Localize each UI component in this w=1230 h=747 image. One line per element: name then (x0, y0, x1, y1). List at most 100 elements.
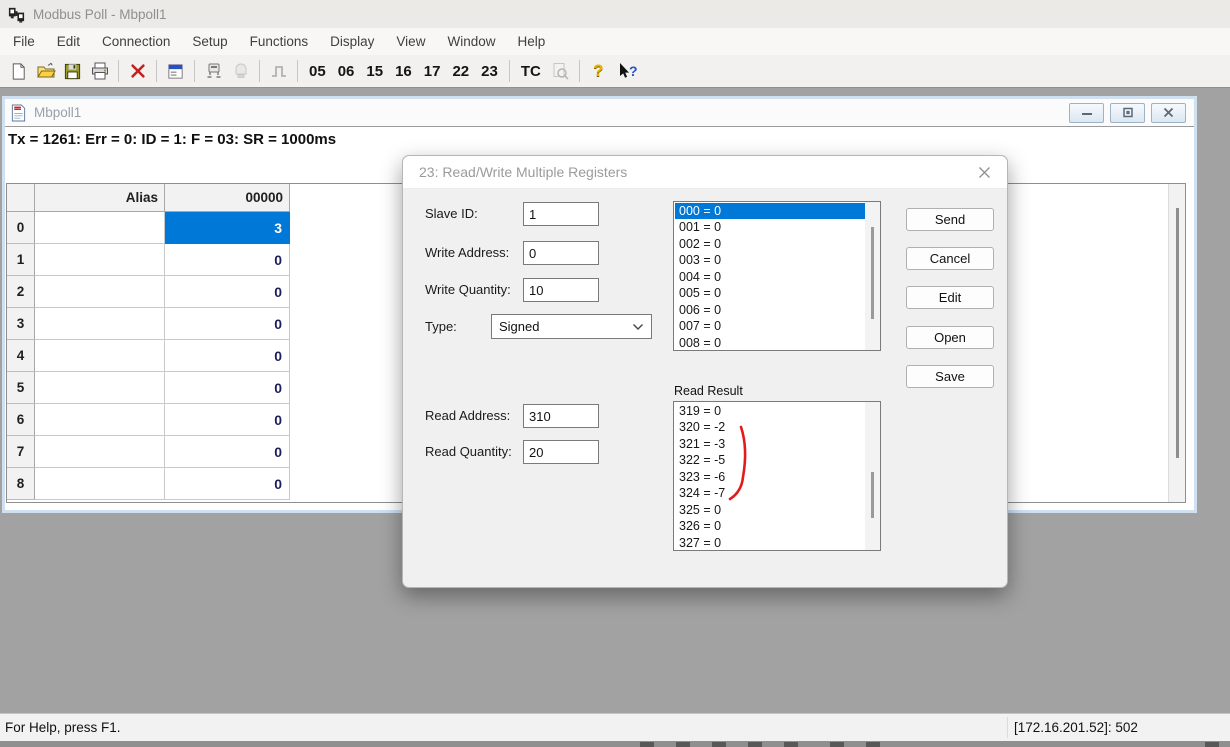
list-item[interactable]: 326 = 0 (675, 518, 865, 534)
open-file-button[interactable] (32, 59, 59, 84)
single-poll-button[interactable] (265, 59, 292, 84)
alias-cell-0[interactable] (35, 212, 165, 244)
function-button-23[interactable]: 23 (475, 63, 504, 80)
row-header-0[interactable]: 0 (7, 212, 35, 244)
read-address-field[interactable] (523, 404, 599, 428)
dialog-close-button[interactable] (978, 166, 991, 179)
disconnect-button[interactable] (124, 59, 151, 84)
function-button-15[interactable]: 15 (360, 63, 389, 80)
slave-id-field[interactable] (523, 202, 599, 226)
row-header-1[interactable]: 1 (7, 244, 35, 276)
send-button[interactable]: Send (906, 208, 994, 231)
about-button[interactable]: ? (585, 59, 612, 84)
menu-view[interactable]: View (385, 29, 436, 54)
modbus-poll-window: Modbus Poll - Mbpoll1 File Edit Connecti… (0, 0, 1230, 747)
save-button[interactable] (59, 59, 86, 84)
communication-traffic-button[interactable] (200, 59, 227, 84)
menu-edit[interactable]: Edit (46, 29, 91, 54)
alias-cell-8[interactable] (35, 468, 165, 500)
menu-help[interactable]: Help (506, 29, 556, 54)
list-item[interactable]: 321 = -3 (675, 436, 865, 452)
row-header-7[interactable]: 7 (7, 436, 35, 468)
edit-button[interactable]: Edit (906, 286, 994, 309)
menu-setup[interactable]: Setup (181, 29, 238, 54)
list-item[interactable]: 004 = 0 (675, 269, 865, 285)
write-quantity-field[interactable] (523, 278, 599, 302)
list-item[interactable]: 319 = 0 (675, 403, 865, 419)
list-item[interactable]: 005 = 0 (675, 285, 865, 301)
read-list-scrollbar[interactable] (865, 402, 880, 550)
value-cell-2[interactable]: 0 (165, 276, 290, 308)
function-button-16[interactable]: 16 (389, 63, 418, 80)
setup-window-button[interactable] (162, 59, 189, 84)
list-item[interactable]: 001 = 0 (675, 219, 865, 235)
value-cell-0-selected[interactable]: 3 (165, 212, 290, 244)
menu-functions[interactable]: Functions (239, 29, 320, 54)
alias-cell-6[interactable] (35, 404, 165, 436)
open-button[interactable]: Open (906, 326, 994, 349)
list-item[interactable]: 002 = 0 (675, 236, 865, 252)
minimize-button[interactable] (1069, 103, 1104, 123)
function-button-05[interactable]: 05 (303, 63, 332, 80)
alias-cell-7[interactable] (35, 436, 165, 468)
save-button[interactable]: Save (906, 365, 994, 388)
test-center-button[interactable]: TC (515, 63, 547, 80)
row-header-4[interactable]: 4 (7, 340, 35, 372)
grid-vertical-scrollbar[interactable] (1168, 184, 1185, 502)
list-item[interactable]: 322 = -5 (675, 452, 865, 468)
write-list-scrollbar[interactable] (865, 202, 880, 350)
value-cell-5[interactable]: 0 (165, 372, 290, 404)
new-file-button[interactable] (5, 59, 32, 84)
value-cell-1[interactable]: 0 (165, 244, 290, 276)
list-item[interactable]: 324 = -7 (675, 485, 865, 501)
auto-poll-button[interactable] (227, 59, 254, 84)
list-item[interactable]: 008 = 0 (675, 335, 865, 350)
alias-cell-4[interactable] (35, 340, 165, 372)
list-item[interactable]: 323 = -6 (675, 469, 865, 485)
row-header-3[interactable]: 3 (7, 308, 35, 340)
row-header-6[interactable]: 6 (7, 404, 35, 436)
function-button-22[interactable]: 22 (446, 63, 475, 80)
dialog-titlebar[interactable]: 23: Read/Write Multiple Registers (403, 156, 1007, 189)
print-button[interactable] (86, 59, 113, 84)
row-header-2[interactable]: 2 (7, 276, 35, 308)
alias-cell-3[interactable] (35, 308, 165, 340)
row-header-5[interactable]: 5 (7, 372, 35, 404)
write-address-field[interactable] (523, 241, 599, 265)
list-item[interactable]: 003 = 0 (675, 252, 865, 268)
cancel-button[interactable]: Cancel (906, 247, 994, 270)
row-header-8[interactable]: 8 (7, 468, 35, 500)
list-item[interactable]: 327 = 0 (675, 535, 865, 550)
read-list-scrollbar-thumb[interactable] (871, 472, 874, 518)
menu-display[interactable]: Display (319, 29, 385, 54)
write-values-list[interactable]: 000 = 0 001 = 0 002 = 0 003 = 0 004 = 0 … (673, 201, 881, 351)
function-button-06[interactable]: 06 (332, 63, 361, 80)
value-cell-7[interactable]: 0 (165, 436, 290, 468)
read-result-list[interactable]: 319 = 0 320 = -2 321 = -3 322 = -5 323 =… (673, 401, 881, 551)
menu-window[interactable]: Window (436, 29, 506, 54)
alias-cell-5[interactable] (35, 372, 165, 404)
list-item[interactable]: 325 = 0 (675, 502, 865, 518)
read-quantity-field[interactable] (523, 440, 599, 464)
grid-scrollbar-thumb[interactable] (1176, 208, 1179, 458)
value-cell-6[interactable]: 0 (165, 404, 290, 436)
alias-cell-1[interactable] (35, 244, 165, 276)
alias-cell-2[interactable] (35, 276, 165, 308)
write-list-scrollbar-thumb[interactable] (871, 227, 874, 319)
menu-file[interactable]: File (2, 29, 46, 54)
function-button-17[interactable]: 17 (418, 63, 447, 80)
list-item[interactable]: 000 = 0 (675, 203, 865, 219)
close-document-button[interactable] (1151, 103, 1186, 123)
type-dropdown[interactable]: Signed (491, 314, 652, 339)
value-cell-8[interactable]: 0 (165, 468, 290, 500)
list-item[interactable]: 006 = 0 (675, 302, 865, 318)
document-titlebar[interactable]: Mbpoll1 (5, 99, 1194, 127)
list-item[interactable]: 320 = -2 (675, 419, 865, 435)
context-help-button[interactable]: ? (612, 59, 644, 84)
list-item[interactable]: 007 = 0 (675, 318, 865, 334)
restore-button[interactable] (1110, 103, 1145, 123)
value-cell-4[interactable]: 0 (165, 340, 290, 372)
value-cell-3[interactable]: 0 (165, 308, 290, 340)
menu-connection[interactable]: Connection (91, 29, 181, 54)
communication-log-button[interactable] (547, 59, 574, 84)
